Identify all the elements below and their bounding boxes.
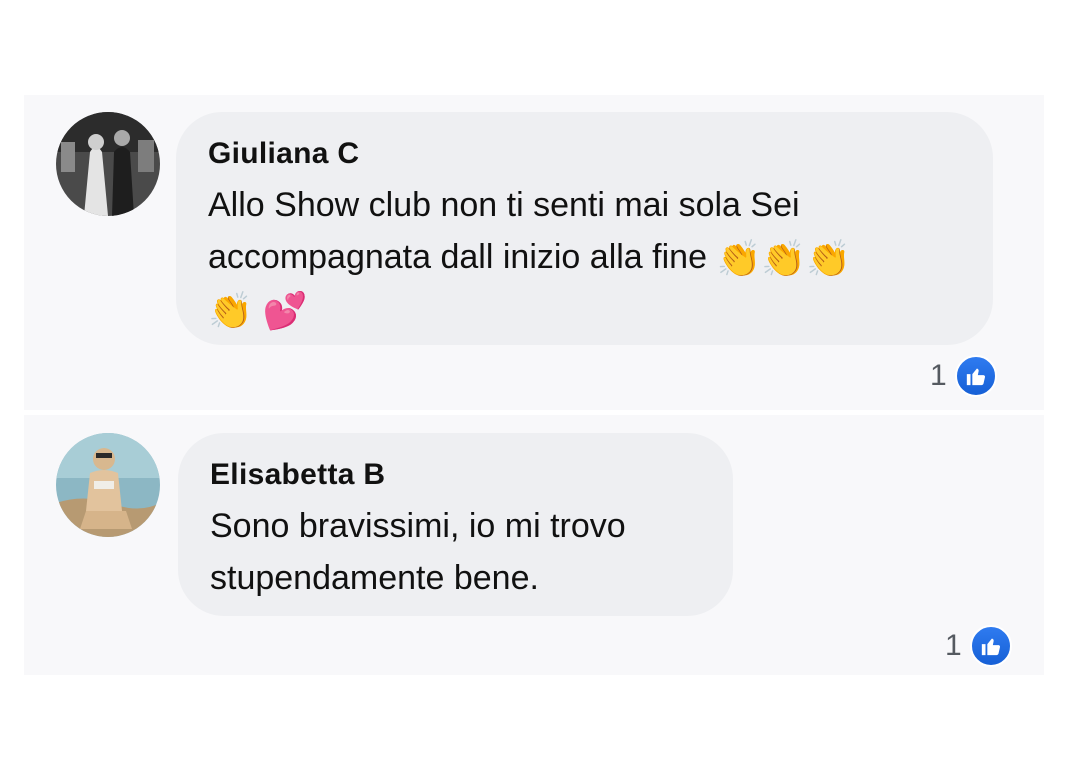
comment-text-line: Allo Show club non ti senti mai sola Sei (208, 186, 800, 224)
reaction-summary[interactable]: 1 (930, 355, 997, 397)
comment-text: Sono bravissimi, io mi trovo stupendament… (210, 500, 701, 604)
like-count: 1 (930, 359, 947, 392)
reaction-summary[interactable]: 1 (945, 625, 1012, 667)
like-thumbs-up-icon (969, 625, 1012, 667)
avatar-photo-icon (56, 433, 160, 537)
like-thumbs-up-icon (954, 355, 997, 397)
comment-bubble[interactable]: Elisabetta B Sono bravissimi, io mi trov… (178, 433, 733, 616)
comment-text-line: stupendamente bene. (210, 559, 539, 597)
comment-text: Allo Show club non ti senti mai sola Sei… (208, 179, 961, 335)
clap-emoji-icon: 👏👏👏 (716, 238, 851, 280)
comment-text-line: Sono bravissimi, io mi trovo (210, 507, 626, 545)
comment-author[interactable]: Giuliana C (208, 134, 961, 174)
comment-bubble[interactable]: Giuliana C Allo Show club non ti senti m… (176, 112, 993, 345)
comment-text-line: accompagnata dall inizio alla fine (208, 238, 717, 276)
avatar-photo-icon (56, 112, 160, 216)
clap-hearts-emoji-icon: 👏 💕 (208, 290, 308, 332)
avatar[interactable] (56, 112, 160, 216)
comment-author[interactable]: Elisabetta B (210, 455, 701, 495)
avatar[interactable] (56, 433, 160, 537)
like-count: 1 (945, 629, 962, 662)
